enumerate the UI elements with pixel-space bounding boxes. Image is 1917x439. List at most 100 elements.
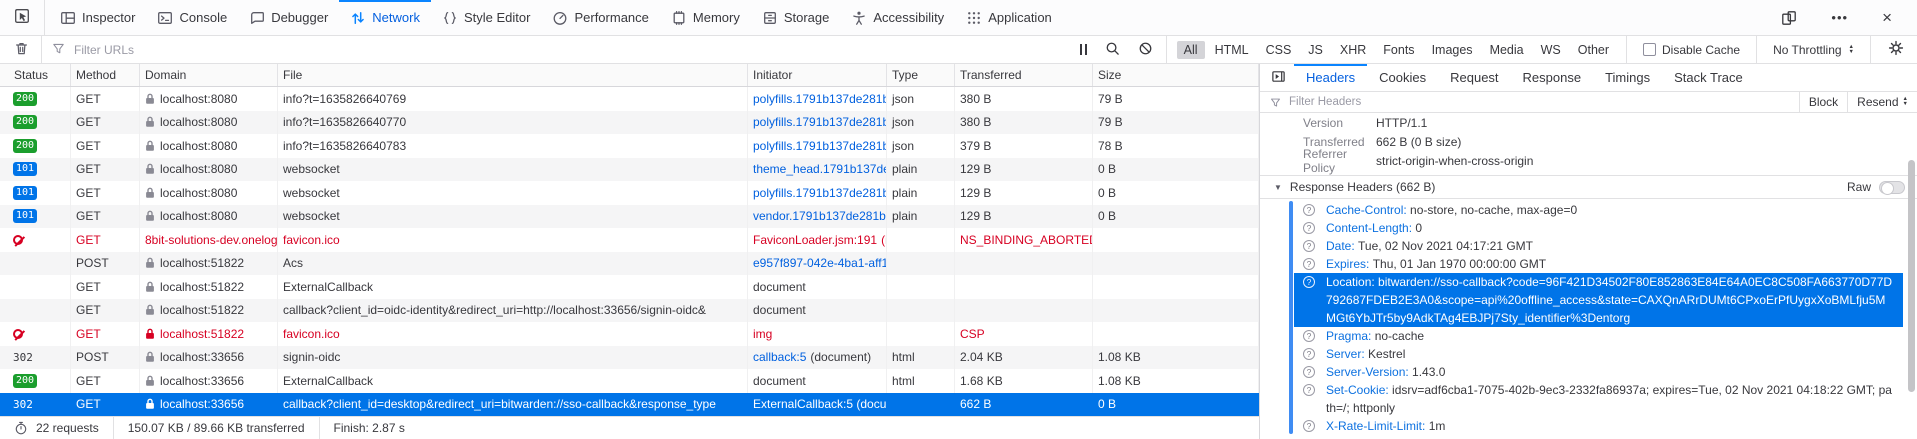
request-row[interactable]: 302POSTlocalhost:33656signin-oidccallbac… [0, 346, 1259, 370]
details-tab-request[interactable]: Request [1438, 64, 1510, 91]
request-row[interactable]: 200GETlocalhost:8080info?t=1635826640770… [0, 111, 1259, 135]
details-scrollbar[interactable] [1908, 160, 1915, 392]
header-help-icon[interactable]: ? [1303, 330, 1315, 342]
initiator-link[interactable]: polyfills.1791b137de281b787… [753, 139, 887, 153]
disable-cache-checkbox[interactable] [1643, 43, 1656, 56]
devtools-menu-button[interactable]: ••• [1822, 0, 1857, 35]
request-row[interactable]: 200GETlocalhost:8080info?t=1635826640783… [0, 134, 1259, 158]
pause-traffic-button[interactable] [1071, 36, 1095, 63]
type-filter-xhr[interactable]: XHR [1333, 41, 1373, 59]
column-header-size[interactable]: Size [1093, 64, 1259, 86]
details-tab-headers[interactable]: Headers [1294, 64, 1367, 91]
column-header-method[interactable]: Method [71, 64, 140, 86]
tab-console[interactable]: Console [146, 0, 238, 35]
response-headers-section-header[interactable]: ▼ Response Headers (662 B) Raw [1260, 175, 1917, 199]
header-row-location[interactable]: ?Location: bitwarden://sso-callback?code… [1294, 273, 1903, 327]
clear-requests-button[interactable] [0, 36, 42, 63]
tab-style-editor[interactable]: Style Editor [431, 0, 541, 35]
initiator-link[interactable]: FaviconLoader.jsm:191 [753, 233, 877, 247]
resend-dropdown-button[interactable]: Resend ▲▼ [1847, 92, 1917, 112]
type-filter-html[interactable]: HTML [1208, 41, 1256, 59]
disable-cache-control[interactable]: Disable Cache [1631, 43, 1752, 57]
header-help-icon[interactable]: ? [1303, 258, 1315, 270]
header-help-icon[interactable]: ? [1303, 348, 1315, 360]
header-row-x-rate-limit-limit[interactable]: ?X-Rate-Limit-Limit: 1m [1294, 417, 1903, 435]
type-filter-images[interactable]: Images [1425, 41, 1480, 59]
header-row-server[interactable]: ?Server: Kestrel [1294, 345, 1903, 363]
filter-urls-input[interactable] [72, 42, 1071, 58]
block-requests-button[interactable] [1129, 36, 1162, 63]
column-header-initiator[interactable]: Initiator [748, 64, 887, 86]
details-tab-timings[interactable]: Timings [1593, 64, 1662, 91]
details-tab-cookies[interactable]: Cookies [1367, 64, 1438, 91]
header-help-icon[interactable]: ? [1303, 420, 1315, 432]
initiator-link[interactable]: polyfills.1791b137de281b787… [753, 186, 887, 200]
filter-headers-input[interactable] [1287, 92, 1799, 112]
request-row[interactable]: 101GETlocalhost:8080websocketvendor.1791… [0, 205, 1259, 229]
domain-cell: localhost:8080 [140, 158, 278, 182]
initiator-link[interactable]: vendor.1791b137de281b787… [753, 209, 887, 223]
request-row[interactable]: 302GETlocalhost:33656callback?client_id=… [0, 393, 1259, 417]
request-row[interactable]: 101GETlocalhost:8080websocketpolyfills.1… [0, 181, 1259, 205]
column-header-status[interactable]: Status [0, 64, 71, 86]
header-help-icon[interactable]: ? [1303, 204, 1315, 216]
request-row[interactable]: GET8bit-solutions-dev.onelogin….favicon.… [0, 228, 1259, 252]
initiator-link[interactable]: polyfills.1791b137de281b787… [753, 115, 887, 129]
request-row[interactable]: 200GETlocalhost:33656ExternalCallbackdoc… [0, 369, 1259, 393]
tab-label: Inspector [82, 10, 135, 25]
column-header-file[interactable]: File [278, 64, 748, 86]
initiator-link[interactable]: polyfills.1791b137de281b787… [753, 92, 887, 106]
initiator-link[interactable]: callback:5 [753, 350, 806, 364]
tab-memory[interactable]: Memory [660, 0, 751, 35]
type-filter-ws[interactable]: WS [1534, 41, 1568, 59]
header-help-icon[interactable]: ? [1303, 276, 1315, 288]
column-header-domain[interactable]: Domain [140, 64, 278, 86]
raw-toggle-switch[interactable] [1879, 181, 1905, 194]
tab-inspector[interactable]: Inspector [49, 0, 146, 35]
initiator-link[interactable]: ExternalCallback:5 (docume… [753, 397, 887, 411]
tab-performance[interactable]: Performance [541, 0, 659, 35]
header-row-content-length[interactable]: ?Content-Length: 0 [1294, 219, 1903, 237]
column-header-transferred[interactable]: Transferred [955, 64, 1093, 86]
details-tab-response[interactable]: Response [1511, 64, 1594, 91]
tab-application[interactable]: Application [955, 0, 1063, 35]
header-row-expires[interactable]: ?Expires: Thu, 01 Jan 1970 00:00:00 GMT [1294, 255, 1903, 273]
throttling-dropdown[interactable]: No Throttling ▲▼ [1761, 43, 1866, 57]
header-row-pragma[interactable]: ?Pragma: no-cache [1294, 327, 1903, 345]
header-row-server-version[interactable]: ?Server-Version: 1.43.0 [1294, 363, 1903, 381]
tab-accessibility[interactable]: Accessibility [840, 0, 955, 35]
type-filter-media[interactable]: Media [1483, 41, 1531, 59]
details-tab-stack-trace[interactable]: Stack Trace [1662, 64, 1755, 91]
block-url-button[interactable]: Block [1799, 92, 1847, 112]
network-settings-button[interactable] [1875, 40, 1917, 59]
type-filter-other[interactable]: Other [1571, 41, 1616, 59]
collapse-details-pane-button[interactable] [1260, 64, 1294, 91]
header-row-set-cookie[interactable]: ?Set-Cookie: idsrv=adf6cba1-7075-402b-9e… [1294, 381, 1903, 417]
request-row[interactable]: GETlocalhost:51822callback?client_id=oid… [0, 299, 1259, 323]
responsive-design-mode-button[interactable] [1772, 0, 1806, 35]
initiator-link[interactable]: theme_head.1791b137de281… [753, 162, 887, 176]
request-row[interactable]: GETlocalhost:51822ExternalCallbackdocume… [0, 275, 1259, 299]
column-header-type[interactable]: Type [887, 64, 955, 86]
search-requests-button[interactable] [1096, 36, 1129, 63]
type-filter-fonts[interactable]: Fonts [1376, 41, 1421, 59]
tab-storage[interactable]: Storage [751, 0, 841, 35]
request-row[interactable]: 200GETlocalhost:8080info?t=1635826640769… [0, 87, 1259, 111]
header-row-date[interactable]: ?Date: Tue, 02 Nov 2021 04:17:21 GMT [1294, 237, 1903, 255]
type-filter-js[interactable]: JS [1301, 41, 1330, 59]
header-row-cache-control[interactable]: ?Cache-Control: no-store, no-cache, max-… [1294, 201, 1903, 219]
header-help-icon[interactable]: ? [1303, 366, 1315, 378]
request-row[interactable]: 101GETlocalhost:8080websockettheme_head.… [0, 158, 1259, 182]
type-filter-css[interactable]: CSS [1259, 41, 1299, 59]
pick-element-button[interactable] [0, 0, 45, 35]
request-row[interactable]: POSTlocalhost:51822Acse957f897-042e-4ba1… [0, 252, 1259, 276]
close-devtools-button[interactable]: × [1873, 0, 1901, 35]
header-help-icon[interactable]: ? [1303, 240, 1315, 252]
type-filter-all[interactable]: All [1177, 41, 1205, 59]
tab-debugger[interactable]: Debugger [238, 0, 339, 35]
header-help-icon[interactable]: ? [1303, 384, 1315, 396]
tab-network[interactable]: Network [339, 0, 431, 35]
header-help-icon[interactable]: ? [1303, 222, 1315, 234]
initiator-link[interactable]: e957f897-042e-4ba1-aff1-… [753, 256, 887, 270]
request-row[interactable]: GETlocalhost:51822favicon.icoimgCSP [0, 322, 1259, 346]
